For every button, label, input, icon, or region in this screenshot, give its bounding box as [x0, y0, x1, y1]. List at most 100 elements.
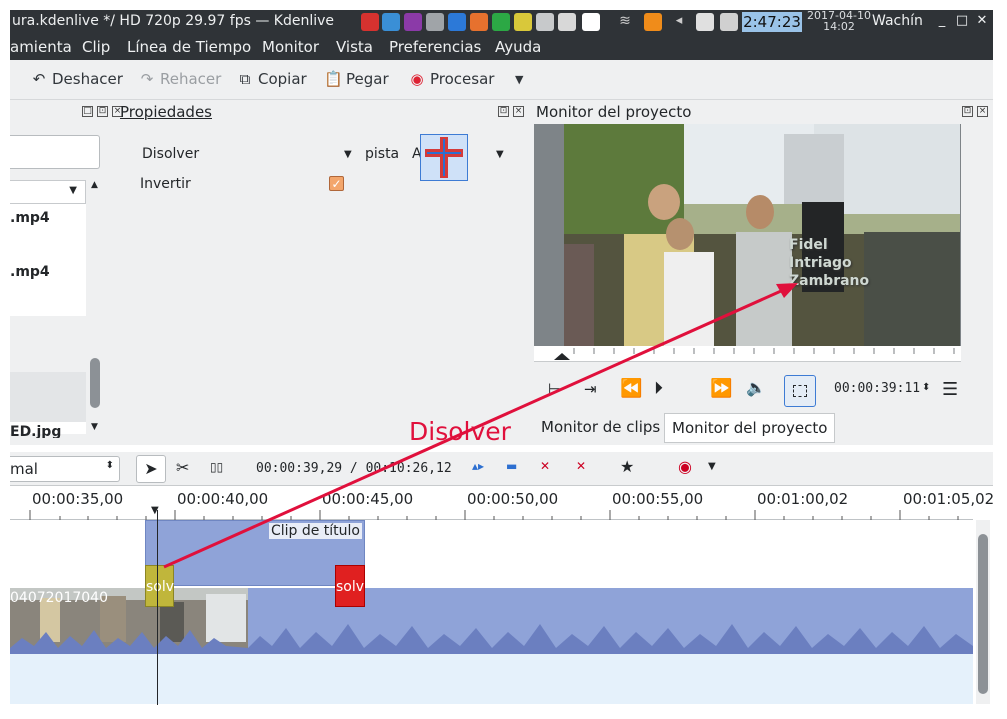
monitor-close-icon[interactable]: × — [977, 106, 988, 117]
scroll-down-icon[interactable]: ▼ — [91, 422, 98, 432]
device-icon[interactable] — [696, 13, 714, 31]
bin-item-thumbnail[interactable] — [10, 372, 86, 422]
app-icon-red[interactable] — [361, 13, 379, 31]
playhead-marker-icon[interactable]: ▼ — [151, 505, 159, 516]
monitor-float-icon[interactable]: ⊡ — [962, 106, 973, 117]
copy-label: Copiar — [258, 70, 307, 88]
menu-clip[interactable]: Clip — [82, 38, 110, 56]
track-dropdown-icon[interactable]: ▼ — [496, 149, 504, 160]
menu-view[interactable]: Vista — [336, 38, 373, 56]
main-toolbar: ↶ Deshacer ↷ Rehacer ⧉ Copiar 📋 Pegar ◉ Proce… — [10, 60, 993, 100]
transition-dissolve-start[interactable]: solv — [145, 565, 174, 607]
insert-icon[interactable]: ▴▸ — [472, 459, 484, 473]
timeline-playhead[interactable] — [157, 510, 158, 705]
spacer-icon[interactable]: ▯▯ — [210, 460, 223, 474]
scroll-thumb[interactable] — [90, 358, 100, 408]
play-icon[interactable]: ⏵ — [654, 378, 663, 399]
user-name[interactable]: Wachín — [872, 13, 923, 29]
bin-float-icon[interactable]: □ — [82, 106, 93, 117]
set-zone-out-icon[interactable]: ⇥ — [584, 380, 597, 398]
redo-button[interactable]: ↷ Rehacer — [138, 70, 222, 88]
rewind-icon[interactable]: ⏪ — [620, 378, 642, 399]
forward-icon[interactable]: ⏩ — [710, 378, 732, 399]
copy-button[interactable]: ⧉ Copiar — [236, 70, 307, 88]
select-tool-button[interactable]: ➤ — [136, 455, 166, 483]
timeline-scroll-thumb[interactable] — [978, 534, 988, 694]
menu-monitor[interactable]: Monitor — [262, 38, 319, 56]
transition-type-label[interactable]: Disolver — [142, 146, 199, 162]
maximize-button[interactable]: □ — [954, 13, 970, 29]
overwrite-icon[interactable]: ▬ — [506, 459, 517, 473]
record-icon[interactable]: ◉ — [678, 457, 692, 476]
volume-icon[interactable]: ◂ — [670, 13, 688, 31]
vlc-icon[interactable] — [644, 13, 662, 31]
properties-title: Propiedades — [120, 103, 212, 121]
track-thumbnail[interactable] — [420, 134, 468, 181]
invert-checkbox[interactable]: ✓ — [329, 176, 344, 191]
render-button[interactable]: ◉ Procesar — [408, 70, 494, 88]
tab-project-monitor[interactable]: Monitor del proyecto — [664, 413, 836, 443]
properties-dock-close-icon[interactable]: × — [513, 106, 524, 117]
properties-dock-float-icon[interactable]: ⊡ — [498, 106, 509, 117]
bin-item[interactable]: .mp4 — [10, 264, 86, 316]
volume-icon[interactable]: 🔈 — [746, 378, 766, 397]
favorite-star-icon[interactable]: ★ — [620, 457, 634, 476]
record-dropdown-icon[interactable]: ▼ — [708, 461, 716, 472]
paste-button[interactable]: 📋 Pegar — [324, 70, 389, 88]
calculator-icon[interactable] — [426, 13, 444, 31]
cross-image-icon — [425, 137, 463, 178]
timeline-toolbar: ➤ ✂ ▯▯ ▴▸ ▬ ✕ ✕ ★ ◉ ▼ — [10, 452, 993, 486]
timeline-mode-select[interactable]: mal ⬍ — [10, 456, 120, 482]
zoom-select-button[interactable] — [784, 375, 816, 407]
minimize-button[interactable]: _ — [934, 13, 950, 29]
bin-column-header[interactable]: ▼ — [10, 180, 86, 204]
clock-app-icon[interactable] — [558, 13, 576, 31]
timecode-spin-icon[interactable]: ⬍ — [922, 382, 930, 393]
tab-clip-monitor[interactable]: Monitor de clips — [534, 413, 667, 443]
set-zone-in-icon[interactable]: ⊢ — [548, 380, 561, 398]
spreadsheet-icon[interactable] — [492, 13, 510, 31]
monitor-ruler[interactable] — [534, 346, 961, 362]
menu-help[interactable]: Ayuda — [495, 38, 541, 56]
app-icon-blue[interactable] — [382, 13, 400, 31]
battery-icon[interactable] — [720, 13, 738, 31]
properties-float-icon[interactable]: ⊡ — [97, 106, 108, 117]
extract-icon[interactable]: ✕ — [540, 459, 550, 473]
monitor-video[interactable]: Fidel Intriago Zambrano — [564, 124, 960, 346]
crop-icon — [793, 385, 807, 397]
bin-item[interactable]: .mp4 — [10, 210, 86, 256]
timeline-track-empty[interactable] — [10, 654, 973, 704]
menu-preferences[interactable]: Preferencias — [389, 38, 481, 56]
wifi-icon[interactable]: ≋ — [616, 13, 634, 31]
window-title: ura.kdenlive */ HD 720p 29.97 fps — Kden… — [12, 13, 335, 29]
lift-icon[interactable]: ✕ — [576, 459, 586, 473]
monitor-timecode[interactable]: 00:00:39:11 — [834, 381, 920, 396]
app-icon-purple[interactable] — [404, 13, 422, 31]
undo-label: Deshacer — [52, 70, 123, 88]
book-icon[interactable] — [582, 13, 600, 31]
date-time[interactable]: 2017-04-10 14:02 — [800, 10, 878, 32]
close-button[interactable]: ✕ — [974, 13, 990, 29]
bin-item[interactable]: ED.jpg — [10, 424, 86, 438]
scroll-up-icon[interactable]: ▲ — [91, 180, 98, 190]
clock[interactable]: 2:47:23 — [742, 12, 802, 32]
title-clip[interactable]: Clip de título — [145, 520, 365, 586]
timeline-timecode[interactable]: 00:00:39,29 / 00:10:26,12 — [256, 461, 452, 476]
render-dropdown-arrow-icon[interactable]: ▼ — [515, 73, 523, 86]
render-label: Procesar — [430, 70, 495, 88]
presentation-icon[interactable] — [470, 13, 488, 31]
monitor-menu-icon[interactable]: ☰ — [942, 379, 958, 400]
notes-icon[interactable] — [514, 13, 532, 31]
bin-scrollbar[interactable]: ▲ ▼ — [89, 180, 102, 434]
gimp-icon[interactable] — [536, 13, 554, 31]
ruler-label: 00:00:55,00 — [612, 490, 704, 508]
transition-dissolve-end[interactable]: solv — [335, 565, 365, 607]
undo-button[interactable]: ↶ Deshacer — [30, 70, 123, 88]
writer-icon[interactable] — [448, 13, 466, 31]
menu-tools[interactable]: amienta — [10, 38, 72, 56]
razor-icon[interactable]: ✂ — [176, 458, 189, 477]
bin-item-thumbnail[interactable] — [10, 316, 86, 372]
menu-timeline[interactable]: Línea de Tiempo — [127, 38, 251, 56]
bin-search-input[interactable] — [10, 135, 100, 169]
transition-type-dropdown-icon[interactable]: ▼ — [344, 149, 352, 160]
